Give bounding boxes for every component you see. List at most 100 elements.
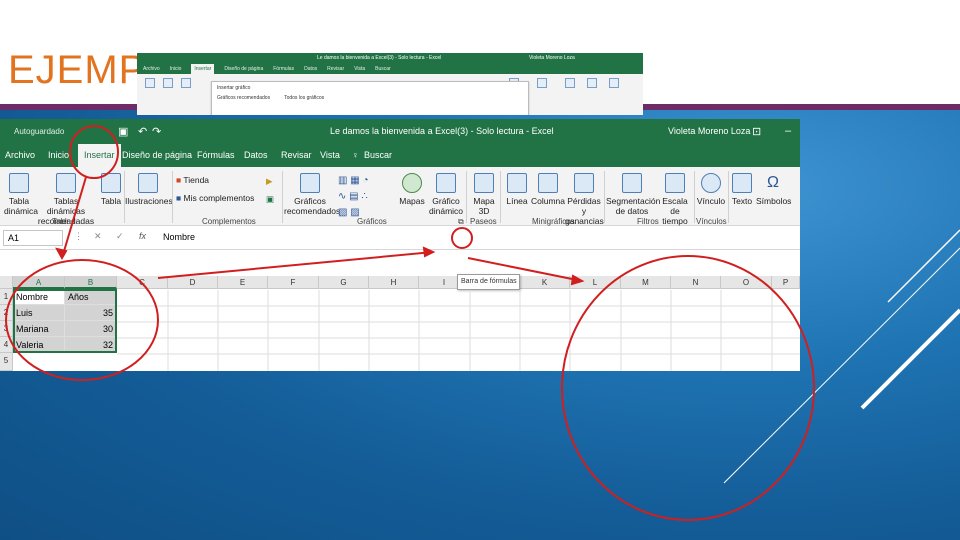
column-header[interactable]: N — [671, 276, 721, 289]
mini-tab[interactable]: Fórmulas — [273, 64, 294, 74]
sparkline-line-label: Línea — [506, 196, 528, 206]
cell-b2[interactable]: 35 — [65, 305, 117, 321]
tab-revisar[interactable]: Revisar — [281, 144, 312, 167]
text-label: Texto — [731, 196, 753, 206]
column-chart-icon[interactable]: ▥ — [338, 175, 347, 186]
cell-a4[interactable]: Valeria — [13, 337, 65, 353]
my-addins-button[interactable]: ■ Mis complementos — [176, 193, 254, 203]
tab-inicio[interactable]: Inicio — [48, 144, 69, 167]
illustrations-icon — [138, 173, 158, 193]
chart-types-gallery[interactable]: ▥ ▦ ◔ ∿ ▤ ∴ ▧ ▨ — [338, 173, 394, 221]
sparkline-column-button[interactable]: Columna — [531, 173, 565, 206]
enter-icon[interactable]: ✓ — [116, 231, 124, 242]
column-header[interactable]: F — [268, 276, 319, 289]
illustrations-button[interactable]: Ilustraciones — [125, 173, 173, 206]
tab-datos[interactable]: Datos — [244, 144, 268, 167]
slicer-button[interactable]: Segmentación de datos — [606, 173, 660, 216]
pivot-table-button[interactable]: Tabla dinámica — [4, 173, 38, 216]
mini-tab[interactable]: Revisar — [327, 64, 344, 74]
statistic-chart-icon[interactable]: ▤ — [349, 191, 358, 202]
cancel-icon[interactable]: ✕ — [94, 231, 102, 242]
tab-buscar[interactable]: Buscar — [364, 144, 392, 167]
user-name[interactable]: Violeta Moreno Loza — [668, 126, 750, 136]
timeline-icon — [665, 173, 685, 193]
cell-b3[interactable]: 30 — [65, 321, 117, 337]
line-chart-icon[interactable]: ∿ — [338, 191, 346, 202]
hierarchy-chart-icon[interactable]: ▦ — [350, 175, 359, 186]
pie-chart-icon[interactable]: ◔ — [362, 175, 368, 186]
timeline-button[interactable]: Escala de tiempo — [658, 173, 692, 226]
select-all-corner[interactable] — [0, 276, 13, 289]
column-header[interactable]: E — [218, 276, 268, 289]
tab-formulas[interactable]: Fórmulas — [197, 144, 235, 167]
formula-bar-tooltip: Barra de fórmulas — [457, 274, 520, 290]
tab-diseno[interactable]: Diseño de página — [122, 144, 192, 167]
mini-slicer-icon — [537, 78, 547, 88]
mini-tab[interactable]: Datos — [304, 64, 317, 74]
column-header[interactable]: H — [369, 276, 419, 289]
pivot-chart-button[interactable]: Gráfico dinámico — [429, 173, 463, 216]
row-header[interactable]: 3 — [0, 321, 13, 337]
mini-tab[interactable]: Diseño de página — [224, 64, 263, 74]
bing-icon[interactable]: ▶ — [266, 176, 273, 186]
undo-icon[interactable]: ↶ — [138, 125, 147, 138]
column-header[interactable]: P — [772, 276, 800, 289]
redo-icon[interactable]: ↷ — [152, 125, 161, 138]
column-header[interactable]: L — [570, 276, 621, 289]
column-header[interactable]: A — [13, 276, 65, 289]
column-header[interactable]: C — [117, 276, 168, 289]
3d-map-label: Mapa 3D — [473, 196, 495, 216]
mini-tab[interactable]: Archivo — [143, 64, 160, 74]
column-header[interactable]: B — [65, 276, 117, 289]
column-header[interactable]: M — [621, 276, 671, 289]
mini-tabs: Archivo Inicio Insertar Diseño de página… — [137, 64, 643, 74]
mini-dialog-tab[interactable]: Todos los gráficos — [284, 95, 324, 101]
mini-tab[interactable]: Vista — [354, 64, 365, 74]
people-graph-icon[interactable]: ▣ — [266, 194, 274, 204]
cell-a2[interactable]: Luis — [13, 305, 65, 321]
column-header[interactable]: G — [319, 276, 369, 289]
column-header[interactable]: D — [168, 276, 218, 289]
mini-tab-active[interactable]: Insertar — [191, 64, 215, 74]
link-button[interactable]: Vínculo — [696, 173, 726, 206]
cell-b1[interactable]: Años — [65, 289, 117, 305]
ribbon-display-icon[interactable]: ⊡ — [752, 125, 761, 138]
sparkline-line-button[interactable]: Línea — [504, 173, 530, 206]
table-button[interactable]: Tabla — [98, 173, 124, 206]
recommended-charts-label: Gráficos recomendados — [284, 196, 341, 216]
save-icon[interactable]: ▣ — [118, 125, 128, 138]
maps-button[interactable]: Mapas — [396, 173, 428, 206]
3d-map-icon — [474, 173, 494, 193]
3d-map-button[interactable]: Mapa 3D — [470, 173, 498, 216]
cell-a1[interactable]: Nombre — [13, 289, 65, 305]
pivot-chart-icon — [436, 173, 456, 193]
more-options-icon[interactable]: ⋮ — [74, 231, 83, 242]
mini-tab[interactable]: Inicio — [170, 64, 182, 74]
row-header[interactable]: 4 — [0, 337, 13, 353]
scatter-chart-icon[interactable]: ∴ — [361, 191, 367, 202]
cell-b4[interactable]: 32 — [65, 337, 117, 353]
fx-icon[interactable]: fx — [139, 231, 146, 241]
tab-vista[interactable]: Vista — [320, 144, 340, 167]
row-header[interactable]: 1 — [0, 289, 13, 305]
name-box[interactable]: A1 — [3, 230, 63, 246]
tab-insertar[interactable]: Insertar — [78, 144, 121, 167]
symbols-button[interactable]: Ω Símbolos — [756, 173, 791, 206]
store-button[interactable]: ■ Tienda — [176, 175, 209, 185]
formula-input[interactable]: Nombre — [158, 230, 798, 246]
recommended-charts-button[interactable]: Gráficos recomendados — [284, 173, 340, 216]
mini-tab[interactable]: Buscar — [375, 64, 391, 74]
row-header[interactable]: 5 — [0, 353, 13, 371]
row-header[interactable]: 2 — [0, 305, 13, 321]
column-header[interactable]: O — [721, 276, 772, 289]
cell-a3[interactable]: Mariana — [13, 321, 65, 337]
tab-archivo[interactable]: Archivo — [5, 144, 35, 167]
text-button[interactable]: Texto — [730, 173, 754, 206]
waterfall-chart-icon[interactable]: ▧ — [338, 207, 347, 218]
minimize-icon[interactable]: – — [785, 125, 791, 137]
autosave-label[interactable]: Autoguardado — [14, 127, 64, 136]
column-header[interactable]: K — [520, 276, 570, 289]
title-bar: Autoguardado ▣ ↶ ↷ Le damos la bienvenid… — [0, 119, 800, 144]
mini-doc-title: Le damos la bienvenida a Excel(3) - Solo… — [317, 55, 442, 61]
mini-dialog-tab[interactable]: Gráficos recomendados — [217, 95, 270, 101]
